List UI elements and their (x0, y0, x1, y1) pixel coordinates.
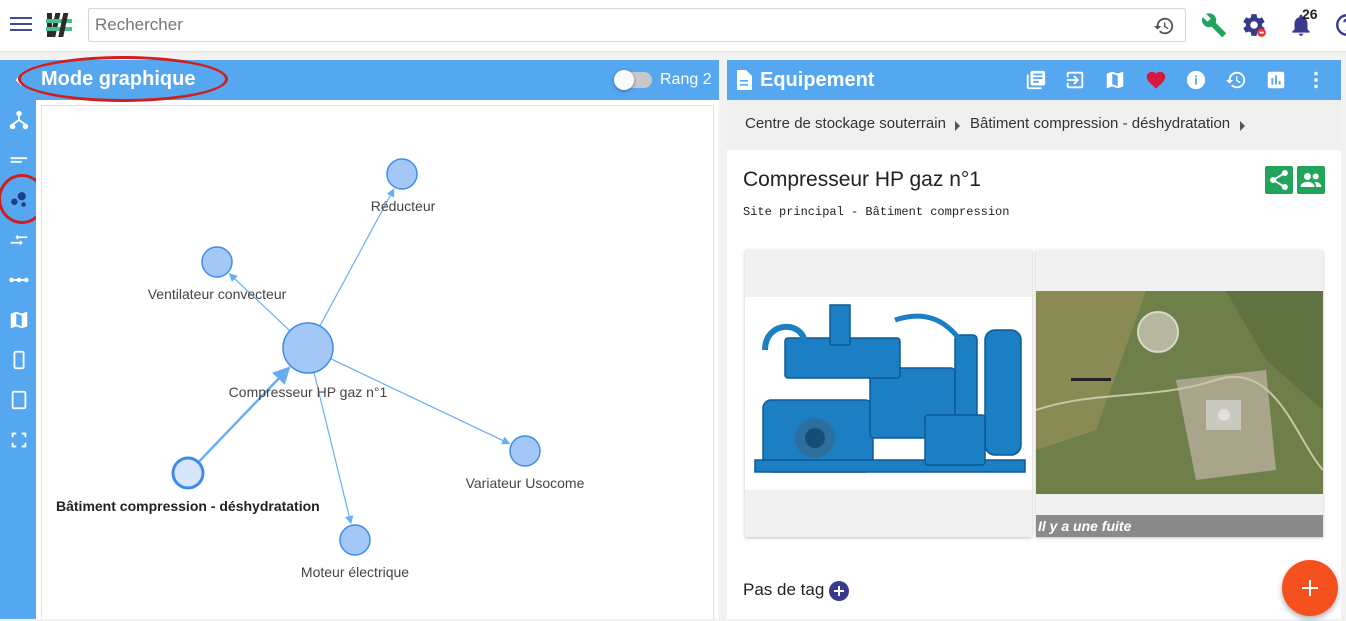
toggle-knob (614, 70, 634, 90)
equipment-location: Site principal - Bâtiment compression (743, 205, 1009, 219)
graph-node-label: Réducteur (371, 198, 436, 214)
relationship-graph[interactable]: Compresseur HP gaz n°1 Réducteur Ventilate… (42, 106, 715, 620)
graph-node-center[interactable]: Compresseur HP gaz n°1 (229, 323, 388, 400)
graph-node-variateur[interactable]: Variateur Usocome (466, 436, 585, 491)
graph-panel-header: Mode graphique Rang 2 (36, 60, 719, 100)
share-button[interactable] (1265, 166, 1293, 194)
search-input[interactable] (95, 13, 1135, 37)
more-vert-icon[interactable] (1305, 69, 1327, 91)
scroll-edge (1341, 60, 1346, 619)
top-bar: 26 (0, 0, 1346, 52)
map-icon[interactable] (1104, 69, 1126, 91)
search-bar (88, 8, 1186, 42)
tags-label: Pas de tag (743, 580, 824, 600)
help-icon[interactable] (1334, 12, 1346, 38)
graph-node-moteur[interactable]: Moteur électrique (301, 525, 409, 580)
graph-edge (198, 367, 289, 462)
add-tag-button[interactable] (829, 581, 849, 601)
graph-node-circle[interactable] (202, 247, 232, 277)
people-icon (1297, 166, 1325, 194)
equipment-panel-header: Equipement (727, 60, 1341, 100)
graph-node-label: Compresseur HP gaz n°1 (229, 384, 388, 400)
linear-scale-icon[interactable] (8, 269, 30, 291)
map-icon[interactable] (8, 309, 30, 331)
breadcrumb-item[interactable]: Bâtiment compression - déshydratation (970, 115, 1230, 132)
aerial-photo-card[interactable]: Il y a une fuite (1036, 250, 1323, 537)
graph-node-ventilateur[interactable]: Ventilateur convecteur (148, 247, 287, 302)
image-caption-bar: Il y a une fuite (1036, 515, 1323, 537)
people-button[interactable] (1297, 166, 1325, 194)
tablet-icon[interactable] (8, 389, 30, 411)
wrench-icon[interactable] (1201, 12, 1227, 38)
hamburger-menu-icon[interactable] (10, 14, 32, 34)
graph-node-label: Variateur Usocome (466, 475, 585, 491)
panel-divider[interactable] (719, 60, 727, 619)
equipment-panel-title: Equipement (760, 69, 874, 92)
app-logo[interactable] (44, 10, 74, 40)
bar-chart-icon[interactable] (1265, 69, 1287, 91)
favorite-icon[interactable] (1145, 69, 1167, 91)
image-caption: Il y a une fuite (1038, 518, 1131, 534)
graph-node-label: Moteur électrique (301, 564, 409, 580)
graph-node-reducteur[interactable]: Réducteur (371, 159, 436, 214)
phone-portrait-icon[interactable] (8, 349, 30, 371)
breadcrumb-separator-icon (1240, 121, 1245, 131)
share-icon (1265, 166, 1293, 194)
breadcrumb-item[interactable]: Centre de stockage souterrain (745, 115, 946, 132)
aerial-photo (1036, 250, 1323, 537)
breadcrumb: Centre de stockage souterrain Bâtiment c… (727, 100, 1341, 150)
graph-node-label: Bâtiment compression - déshydratation (56, 498, 320, 514)
graph-node-batiment[interactable]: Bâtiment compression - déshydratation (56, 458, 320, 514)
notification-count-badge: 26 (1302, 6, 1318, 22)
rank-toggle-label: Rang 2 (660, 71, 712, 89)
library-books-icon[interactable] (1025, 69, 1047, 91)
graph-canvas[interactable]: Compresseur HP gaz n°1 Réducteur Ventilate… (41, 105, 714, 619)
left-tool-rail (0, 60, 36, 619)
fullscreen-icon[interactable] (8, 429, 30, 451)
exit-to-app-icon[interactable] (1064, 69, 1086, 91)
graph-node-circle[interactable] (173, 458, 203, 488)
breadcrumb-separator-icon (955, 121, 960, 131)
history-icon[interactable] (1225, 69, 1247, 91)
document-icon (735, 69, 753, 91)
plus-icon (1282, 560, 1338, 616)
graph-node-circle[interactable] (340, 525, 370, 555)
hierarchy-icon[interactable] (8, 109, 30, 131)
compressor-photo-card[interactable] (745, 250, 1032, 537)
graph-edge (331, 359, 510, 444)
compressor-photo (745, 250, 1032, 537)
plus-icon (829, 581, 849, 601)
settings-gear-icon[interactable] (1241, 12, 1267, 38)
equipment-panel: Equipement Centre de stockage souterrai (727, 60, 1341, 619)
equipment-name: Compresseur HP gaz n°1 (743, 168, 981, 192)
search-history-icon[interactable] (1153, 15, 1175, 37)
add-fab-button[interactable] (1282, 560, 1338, 616)
graph-node-circle[interactable] (387, 159, 417, 189)
graph-edge (229, 274, 289, 331)
info-icon[interactable] (1185, 69, 1207, 91)
short-text-icon[interactable] (8, 149, 30, 171)
graph-node-circle[interactable] (283, 323, 333, 373)
compare-arrows-icon[interactable] (8, 229, 30, 251)
graph-node-label: Ventilateur convecteur (148, 286, 287, 302)
annotation-circle (18, 56, 228, 102)
graph-node-circle[interactable] (510, 436, 540, 466)
graph-panel: Mode graphique Rang 2 Compresseur HP gaz… (36, 60, 719, 619)
rank-toggle-switch[interactable] (616, 72, 652, 88)
